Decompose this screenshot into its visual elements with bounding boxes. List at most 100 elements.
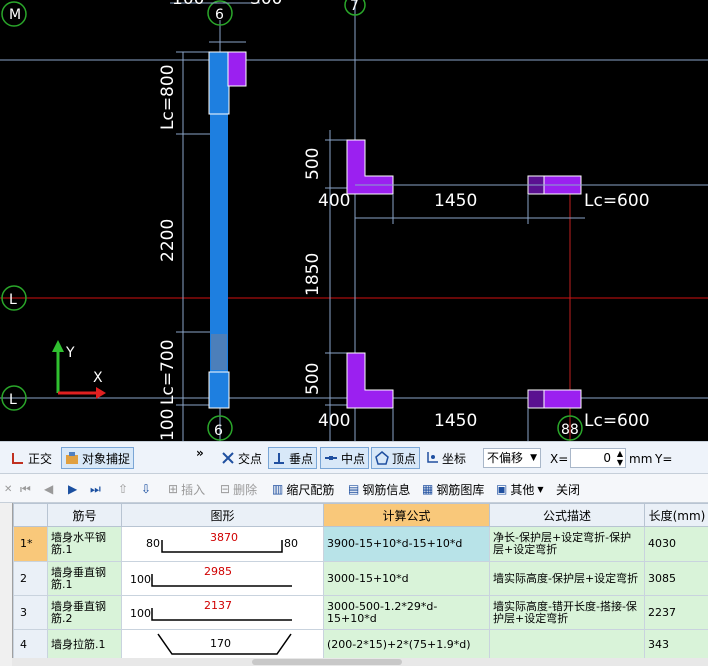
vertex-label: 顶点 (392, 451, 417, 466)
shape-cell[interactable]: 170 (121, 629, 324, 660)
shape-cell[interactable]: 100 2985 (121, 561, 324, 596)
scale-rebar-icon: ▥ (272, 482, 284, 496)
formula-desc-cell[interactable] (489, 629, 645, 660)
midpoint-label: 中点 (341, 451, 366, 466)
vertex-snap-button[interactable]: 顶点 (371, 447, 421, 469)
formula-desc-cell[interactable]: 墙实际高度-错开长度-搭接-保护层+设定弯折 (489, 595, 645, 630)
formula-cell[interactable]: 3000-15+10*d (323, 561, 490, 596)
perpendicular-icon (272, 451, 286, 465)
formula-cell[interactable]: (200-2*15)+2*(75+1.9*d) (323, 629, 490, 660)
coordinate-icon (425, 451, 439, 465)
first-record-icon[interactable]: ⏮ (20, 479, 31, 499)
bar-name[interactable]: 墙身垂直钢筋.1 (47, 561, 122, 596)
close-button[interactable]: 关闭 (556, 479, 580, 499)
other-menu-button[interactable]: ▣ 其他 ▼ (496, 479, 544, 499)
header-formula-desc[interactable]: 公式描述 (489, 503, 645, 527)
other-icon: ▣ (496, 482, 508, 496)
row-number[interactable]: 4 (13, 629, 48, 660)
row-number[interactable]: 1* (13, 526, 48, 562)
ortho-icon (11, 451, 25, 465)
move-up-icon[interactable]: ⇧ (118, 479, 128, 499)
scale-rebar-button[interactable]: ▥ 缩尺配筋 (272, 479, 334, 499)
perpendicular-snap-button[interactable]: 垂点 (268, 447, 318, 469)
dim-lc-bottom: Lc=700 (158, 339, 178, 405)
chevron-down-icon: ▼ (537, 484, 544, 494)
ucs-icon: Y X (52, 340, 106, 399)
stepper-icon[interactable]: ▲ ▼ (617, 449, 623, 467)
bar-name[interactable]: 墙身垂直钢筋.2 (47, 595, 122, 630)
dim-1450-lower: 1450 (434, 411, 477, 431)
rebar-info-icon: ▤ (348, 482, 360, 496)
ucs-x-label: X (93, 370, 103, 386)
axis-label-l: L (9, 292, 17, 308)
next-record-icon[interactable]: ▶ (68, 479, 77, 499)
cad-canvas[interactable]: M L L 6 6 7 88 100 300 Lc=800 2200 Lc=70… (0, 0, 708, 441)
dim-top-right: 300 (250, 0, 282, 9)
x-offset-input[interactable]: 0 ▲ ▼ (570, 448, 626, 468)
vertex-icon (375, 451, 389, 465)
coordinate-label: 坐标 (442, 451, 467, 466)
coordinate-snap-button[interactable]: 坐标 (422, 447, 469, 469)
intersection-snap-button[interactable]: 交点 (218, 447, 265, 469)
rebar-table: 筋号 图形 计算公式 公式描述 长度(mm) 1* 墙身水平钢筋.1 80 38… (12, 503, 708, 666)
rebar-toolbar: ✕ ⏮ ◀ ▶ ⏭ ⇧ ⇩ ⊞ 插入 ⊟ 删除 ▥ 缩尺配筋 ▤ 钢筋信息 ▦ … (0, 474, 708, 503)
intersection-icon (221, 451, 235, 465)
rebar-info-button[interactable]: ▤ 钢筋信息 (348, 479, 410, 499)
dim-lc600-upper: Lc=600 (584, 191, 650, 211)
delete-icon: ⊟ (220, 482, 231, 496)
formula-desc-cell[interactable]: 净长-保护层+设定弯折-保护层+设定弯折 (489, 526, 645, 562)
purple-block (227, 51, 247, 87)
horizontal-scrollbar[interactable] (12, 658, 708, 666)
object-snap-button[interactable]: 对象捕捉 (61, 447, 135, 469)
header-formula[interactable]: 计算公式 (323, 503, 490, 527)
row-number[interactable]: 2 (13, 561, 48, 596)
length-cell[interactable]: 3085 (644, 561, 708, 596)
insert-button[interactable]: ⊞ 插入 (168, 479, 205, 499)
header-bar-no[interactable]: 筋号 (47, 503, 122, 527)
bar-name[interactable]: 墙身拉筋.1 (47, 629, 122, 660)
table-row[interactable]: 1* 墙身水平钢筋.1 80 3870 80 3900-15+10*d-15+1… (13, 526, 708, 562)
snap-toolbar: 正交 对象捕捉 » 交点 垂点 中点 顶点 坐标 不偏移 ▼ X= 0 ▲ ▼ m… (0, 441, 708, 474)
scrollbar-thumb[interactable] (252, 659, 402, 665)
bar-name[interactable]: 墙身水平钢筋.1 (47, 526, 122, 562)
prev-record-icon[interactable]: ◀ (44, 479, 53, 499)
object-snap-icon (65, 451, 79, 465)
dim-lc-top: Lc=800 (158, 64, 178, 130)
dim-lc600-lower: Lc=600 (584, 411, 650, 431)
header-shape[interactable]: 图形 (121, 503, 324, 527)
midpoint-icon (324, 451, 338, 465)
dim-2200: 2200 (158, 219, 178, 262)
chevron-down-icon: ▼ (530, 453, 537, 463)
x-offset-value: 0 (603, 451, 611, 465)
length-cell[interactable]: 2237 (644, 595, 708, 630)
row-number[interactable]: 3 (13, 595, 48, 630)
more-chevron[interactable]: » (196, 446, 204, 460)
formula-cell[interactable]: 3900-15+10*d-15+10*d (323, 526, 490, 562)
scale-rebar-label: 缩尺配筋 (286, 482, 335, 497)
table-row[interactable]: 2 墙身垂直钢筋.1 100 2985 3000-15+10*d 墙实际高度-保… (13, 561, 708, 596)
formula-desc-cell[interactable]: 墙实际高度-保护层+设定弯折 (489, 561, 645, 596)
dim-400-upper: 400 (318, 191, 350, 211)
close-panel-icon[interactable]: ✕ (4, 479, 12, 499)
delete-button[interactable]: ⊟ 删除 (220, 479, 257, 499)
shape-cell[interactable]: 80 3870 80 (121, 526, 324, 562)
dim-1450-upper: 1450 (434, 191, 477, 211)
last-record-icon[interactable]: ⏭ (90, 479, 101, 499)
offset-dropdown[interactable]: 不偏移 ▼ (483, 448, 541, 468)
table-row[interactable]: 3 墙身垂直钢筋.2 100 2137 3000-500-1.2*29*d-15… (13, 595, 708, 630)
rebar-gallery-button[interactable]: ▦ 钢筋图库 (422, 479, 484, 499)
length-cell[interactable]: 343 (644, 629, 708, 660)
other-label: 其他 (510, 482, 535, 497)
dim-1850: 1850 (303, 253, 323, 296)
midpoint-snap-button[interactable]: 中点 (320, 447, 370, 469)
shape-length: 2137 (204, 599, 232, 612)
ortho-button[interactable]: 正交 (8, 447, 55, 469)
close-label: 关闭 (556, 482, 581, 497)
length-cell[interactable]: 4030 (644, 526, 708, 562)
formula-cell[interactable]: 3000-500-1.2*29*d-15+10*d (323, 595, 490, 630)
table-row[interactable]: 4 墙身拉筋.1 170 (200-2*15)+2*(75+1.9*d) 343 (13, 629, 708, 660)
shape-cell[interactable]: 100 2137 (121, 595, 324, 630)
shape-length: 170 (210, 637, 231, 650)
header-length[interactable]: 长度(mm) (644, 503, 708, 527)
move-down-icon[interactable]: ⇩ (141, 479, 151, 499)
